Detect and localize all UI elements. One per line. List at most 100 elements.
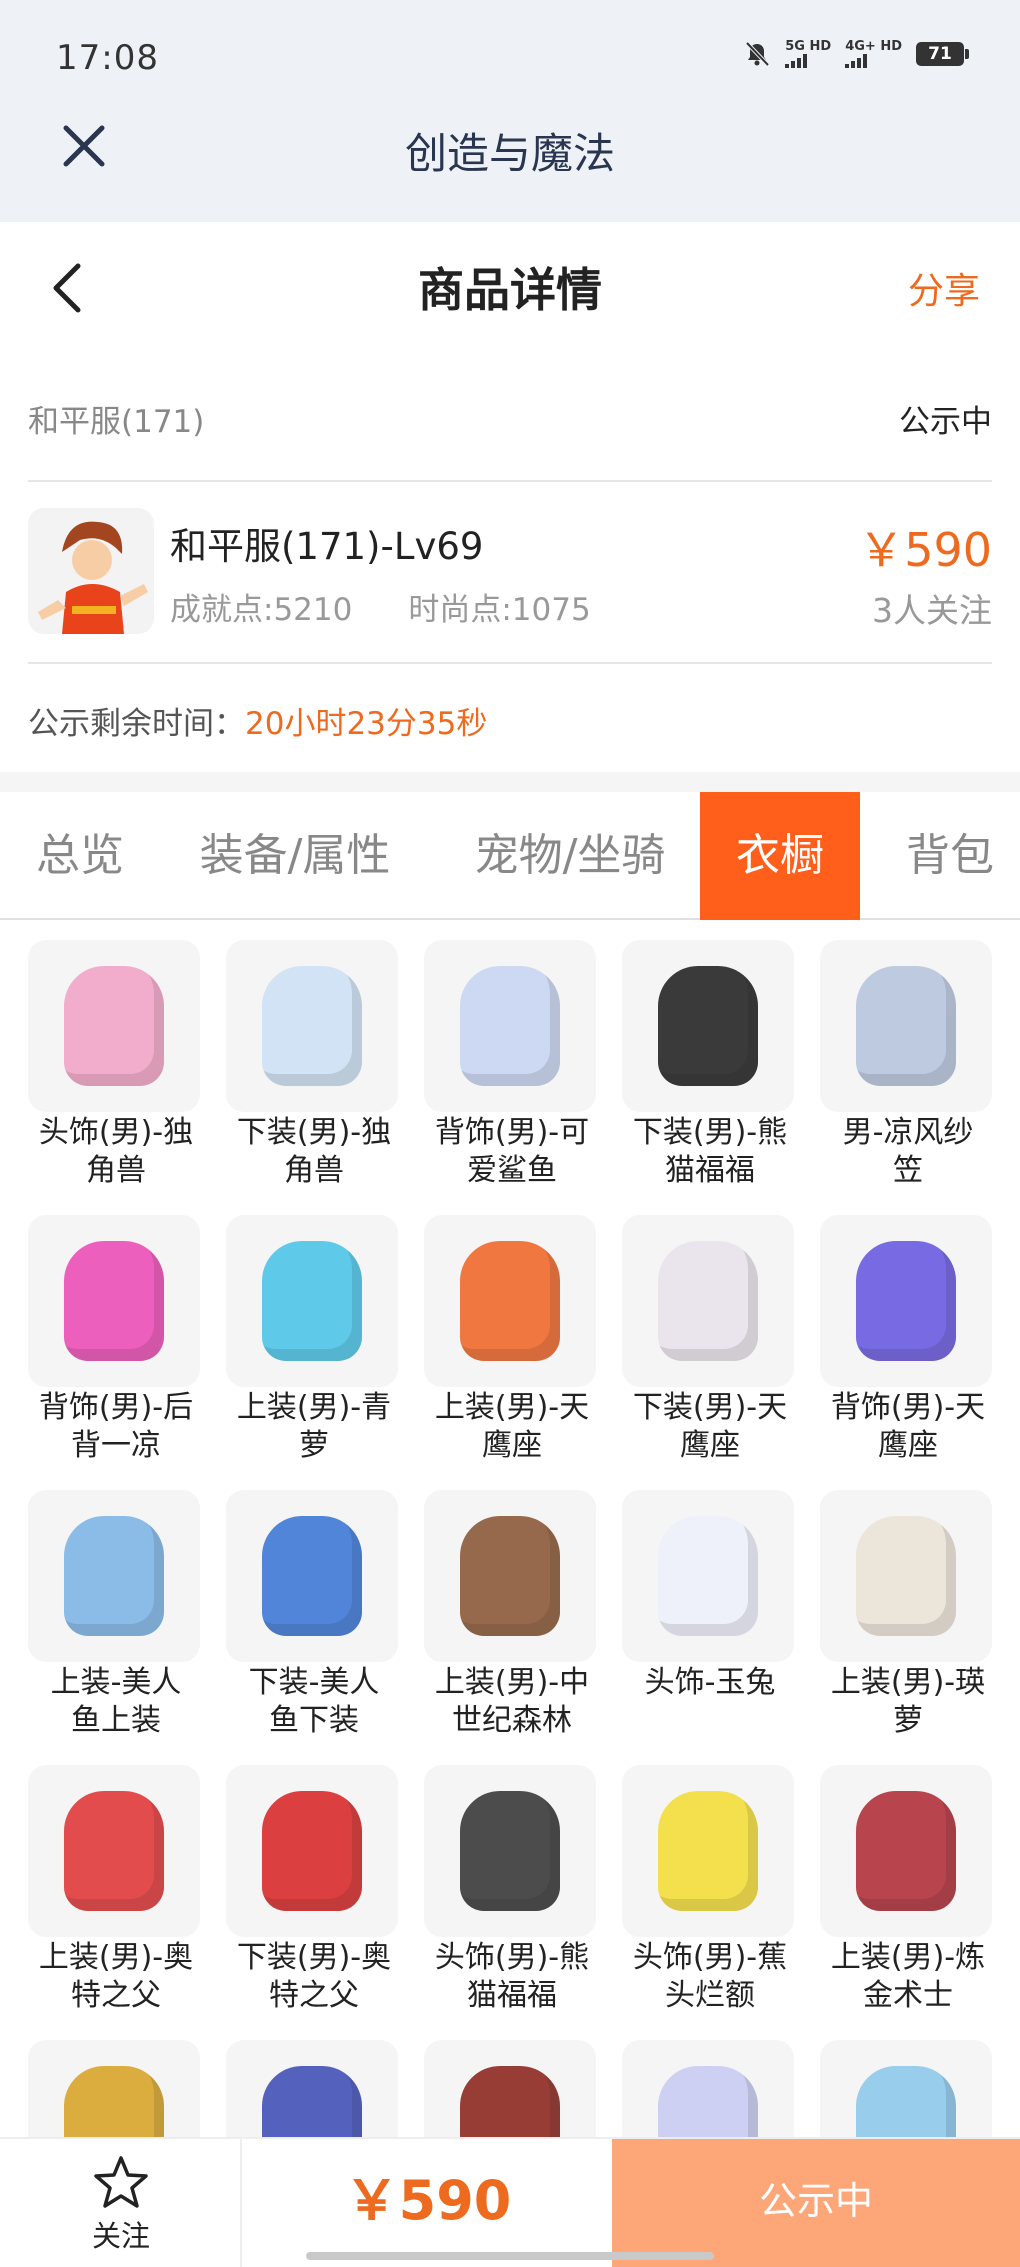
signal-bars-icon xyxy=(845,54,868,68)
tab-overview[interactable]: 总览 xyxy=(0,792,160,920)
wardrobe-item-thumbnail xyxy=(28,940,200,1112)
wardrobe-item-thumbnail xyxy=(28,1765,200,1937)
wardrobe-item-label: 上装(男)-青萝 xyxy=(221,1389,407,1465)
wardrobe-item[interactable]: 上装(男)-中 世纪森林 xyxy=(424,1490,600,1740)
wardrobe-item-thumbnail xyxy=(424,1490,596,1662)
divider xyxy=(28,480,992,482)
wardrobe-item-label: 头饰(男)-熊 猫福福 xyxy=(419,1939,605,2015)
listing-price: ￥590 xyxy=(858,523,992,577)
tab-backpack[interactable]: 背包 xyxy=(880,792,1020,920)
status-icons: 5G HD 4G+ HD 71 xyxy=(743,39,969,68)
wardrobe-item-label-line1: 下装(男)-熊 xyxy=(632,1115,788,1150)
mermaid-top-icon xyxy=(64,1516,164,1636)
wardrobe-item[interactable]: 背饰(男)-天 鹰座 xyxy=(820,1215,996,1465)
wardrobe-item-label: 上装(男)-奥 特之父 xyxy=(23,1939,209,2015)
wardrobe-item[interactable]: 上装(男)-奥 特之父 xyxy=(28,1765,204,2015)
wardrobe-item-thumbnail xyxy=(28,1490,200,1662)
wardrobe-item-label-line1: 上装(男)-青 xyxy=(236,1390,392,1425)
wardrobe-item[interactable]: 背饰(男)-可 爱鲨鱼 xyxy=(424,940,600,1190)
unicorn-hood-icon xyxy=(64,966,164,1086)
tab-wardrobe[interactable]: 衣橱 xyxy=(700,792,860,920)
remaining-time-label: 公示剩余时间： xyxy=(28,706,245,742)
wardrobe-item-label: 下装(男)-奥 特之父 xyxy=(221,1939,407,2015)
status-time: 17:08 xyxy=(56,38,159,78)
fashion-points: 时尚点:1075 xyxy=(408,592,591,628)
wardrobe-item-label-line2: 头烂额 xyxy=(665,1978,755,2013)
wardrobe-item-label-line1: 下装-美人 xyxy=(248,1665,380,1700)
wardrobe-item[interactable]: 上装-美人 鱼上装 xyxy=(28,1490,204,1740)
wardrobe-item[interactable]: 下装(男)-奥 特之父 xyxy=(226,1765,402,2015)
wardrobe-item-label-line1: 下装(男)-奥 xyxy=(236,1940,392,1975)
tab-pets-mounts[interactable]: 宠物/坐骑 xyxy=(444,792,696,920)
wardrobe-item-label-line2: 猫福福 xyxy=(467,1978,557,2013)
wardrobe-item[interactable]: 下装(男)-天 鹰座 xyxy=(622,1215,798,1465)
wardrobe-item-thumbnail xyxy=(622,1765,794,1937)
share-button[interactable]: 分享 xyxy=(908,262,980,314)
bottom-action-bar: 关注 ￥590 公示中 xyxy=(0,2137,1020,2267)
character-stats: 成就点:5210 时尚点:1075 xyxy=(170,584,591,629)
wardrobe-item[interactable]: 头饰(男)-蕉 头烂额 xyxy=(622,1765,798,2015)
character-name: 和平服(171)-Lv69 xyxy=(170,525,484,568)
wardrobe-item-label-line2: 猫福福 xyxy=(665,1153,755,1188)
page-title: 商品详情 xyxy=(418,263,602,317)
achievement-points: 成就点:5210 xyxy=(170,592,353,628)
jade-rabbit-icon xyxy=(658,1516,758,1636)
divider xyxy=(28,662,992,664)
wardrobe-item-label-line2: 爱鲨鱼 xyxy=(467,1153,557,1188)
wardrobe-item-label-line1: 下装(男)-天 xyxy=(632,1390,788,1425)
white-pants-icon xyxy=(658,1241,758,1361)
tab-equipment[interactable]: 装备/属性 xyxy=(168,792,422,920)
wardrobe-item[interactable]: 男-凉风纱笠 xyxy=(820,940,996,1190)
wardrobe-item-thumbnail xyxy=(820,1765,992,1937)
wardrobe-item[interactable]: 上装(男)-瑛萝 xyxy=(820,1490,996,1740)
wardrobe-item-thumbnail xyxy=(28,1215,200,1387)
wardrobe-item-label-line2: 萝 xyxy=(893,1703,923,1738)
wardrobe-item[interactable]: 下装(男)-独 角兽 xyxy=(226,940,402,1190)
signal-sim1-label: 5G HD xyxy=(785,39,832,54)
wardrobe-item-label: 下装(男)-天 鹰座 xyxy=(617,1389,803,1465)
wardrobe-item-label-line1: 上装(男)-瑛 xyxy=(830,1665,986,1700)
remaining-time: 公示剩余时间：20小时23分35秒 xyxy=(28,698,487,743)
status-button[interactable]: 公示中 xyxy=(612,2139,1020,2267)
wardrobe-item[interactable]: 头饰(男)-独 角兽 xyxy=(28,940,204,1190)
panda-pants-icon xyxy=(658,966,758,1086)
wardrobe-item-thumbnail xyxy=(622,940,794,1112)
wardrobe-item-label-line2: 世纪森林 xyxy=(452,1703,572,1738)
wardrobe-item[interactable]: 上装(男)-炼 金术士 xyxy=(820,1765,996,2015)
listing-status: 公示中 xyxy=(899,404,992,440)
wardrobe-item[interactable]: 背饰(男)-后 背一凉 xyxy=(28,1215,204,1465)
wardrobe-item-label-line1: 头饰-玉兔 xyxy=(644,1665,776,1700)
wardrobe-item-label: 上装-美人 鱼上装 xyxy=(23,1664,209,1740)
wardrobe-item-label-line2: 特之父 xyxy=(269,1978,359,2013)
wardrobe-item[interactable]: 上装(男)-天 鹰座 xyxy=(424,1215,600,1465)
wardrobe-item-label-line1: 背饰(男)-可 xyxy=(434,1115,590,1150)
wardrobe-item[interactable]: 下装(男)-熊 猫福福 xyxy=(622,940,798,1190)
wardrobe-item-label-line1: 下装(男)-独 xyxy=(236,1115,392,1150)
wardrobe-item-label: 头饰(男)-独 角兽 xyxy=(23,1114,209,1190)
remaining-time-value: 20小时23分35秒 xyxy=(245,706,488,742)
hero-suit-icon xyxy=(64,1791,164,1911)
wardrobe-item-thumbnail xyxy=(820,1490,992,1662)
wardrobe-item-label: 背饰(男)-后 背一凉 xyxy=(23,1389,209,1465)
wardrobe-item[interactable]: 下装-美人 鱼下装 xyxy=(226,1490,402,1740)
server-label: 和平服(171) xyxy=(28,404,205,440)
wardrobe-item[interactable]: 头饰-玉兔 xyxy=(622,1490,798,1702)
wardrobe-item-label: 下装(男)-熊 猫福福 xyxy=(617,1114,803,1190)
app-header-background xyxy=(0,0,1020,222)
wardrobe-item[interactable]: 头饰(男)-熊 猫福福 xyxy=(424,1765,600,2015)
wardrobe-item[interactable]: 上装(男)-青萝 xyxy=(226,1215,402,1465)
wardrobe-item-label: 上装(男)-炼 金术士 xyxy=(815,1939,1001,2015)
wardrobe-item-label-line2: 角兽 xyxy=(86,1153,146,1188)
veil-hat-icon xyxy=(856,966,956,1086)
follow-label: 关注 xyxy=(91,2219,150,2253)
wardrobe-item-label-line1: 头饰(男)-蕉 xyxy=(632,1940,788,1975)
alchemist-coat-icon xyxy=(856,1791,956,1911)
wardrobe-item-label: 上装(男)-天 鹰座 xyxy=(419,1389,605,1465)
scarf-coat-icon xyxy=(856,1516,956,1636)
unicorn-boots-icon xyxy=(262,966,362,1086)
character-avatar xyxy=(28,508,154,634)
follow-button[interactable]: 关注 xyxy=(0,2139,242,2267)
panda-hood-icon xyxy=(460,1791,560,1911)
wardrobe-item-label-line1: 上装(男)-天 xyxy=(434,1390,590,1425)
character-portrait-icon xyxy=(38,521,148,634)
